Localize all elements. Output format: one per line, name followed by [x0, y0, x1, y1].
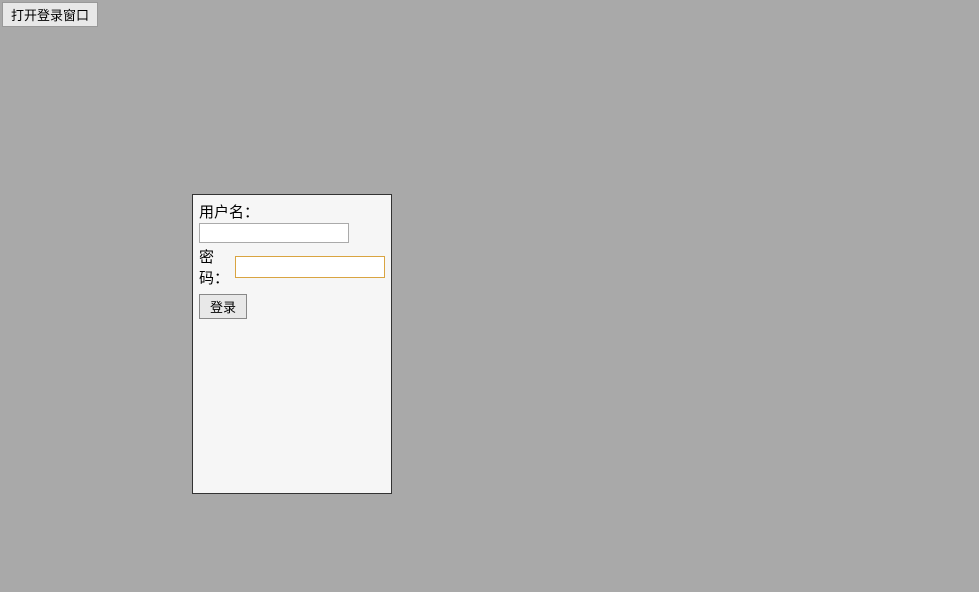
- username-label: 用户名：: [199, 204, 259, 221]
- login-button[interactable]: 登录: [199, 294, 247, 319]
- login-panel: 用户名： 密码： 登录: [192, 194, 392, 494]
- open-login-window-button[interactable]: 打开登录窗口: [2, 2, 98, 27]
- password-label: 密码：: [199, 246, 233, 288]
- username-row: 用户名：: [199, 201, 385, 243]
- password-row: 密码：: [199, 246, 385, 288]
- username-input[interactable]: [199, 223, 349, 243]
- password-input[interactable]: [235, 256, 385, 278]
